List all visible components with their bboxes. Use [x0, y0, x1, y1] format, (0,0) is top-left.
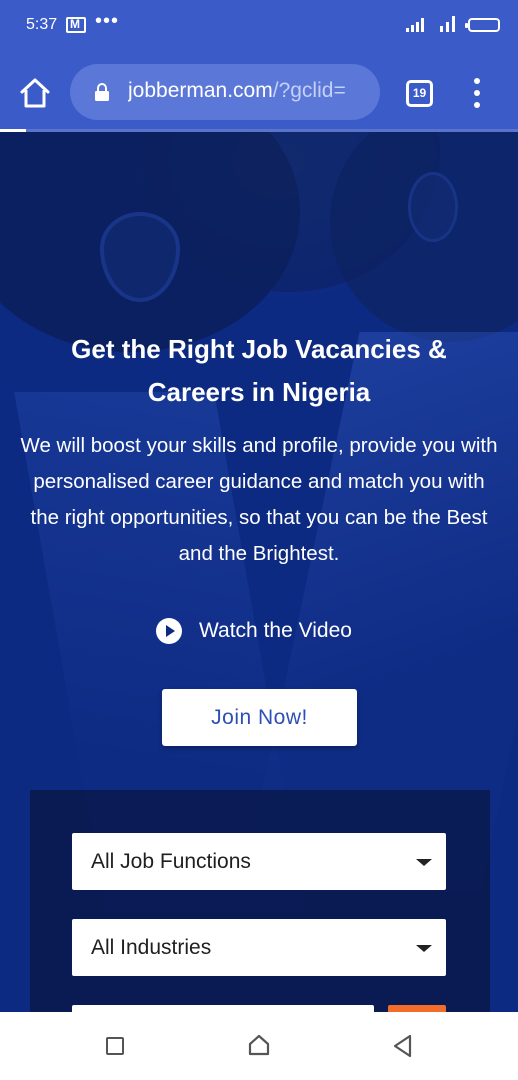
play-icon	[156, 618, 182, 644]
caret-down-icon	[416, 945, 432, 952]
url-path: /?gclid=	[272, 79, 346, 102]
status-bar: 5:37 •••	[0, 0, 518, 56]
lock-icon	[94, 82, 110, 102]
tab-switcher-button[interactable]: 19	[406, 80, 433, 107]
signal-2-icon	[438, 16, 458, 32]
hero-description: We will boost your skills and profile, p…	[20, 434, 498, 565]
battery-icon	[465, 18, 500, 32]
industries-select[interactable]: All Industries	[72, 919, 446, 976]
hero-title-line-1: Get the Right Job Vacancies &	[71, 334, 447, 364]
join-now-button[interactable]: Join Now!	[162, 689, 357, 746]
hero-background-shape	[408, 172, 458, 242]
android-nav-bar	[0, 1012, 518, 1080]
hero-title-line-2: Careers in Nigeria	[147, 377, 371, 407]
hero-section: Get the Right Job Vacancies & Careers in…	[0, 132, 518, 1012]
industries-value: All Industries	[91, 936, 212, 959]
job-functions-value: All Job Functions	[91, 850, 251, 873]
watch-video-label: Watch the Video	[199, 619, 352, 642]
search-button[interactable]	[388, 1005, 446, 1012]
url-bar[interactable]: jobberman.com/?gclid=	[70, 64, 380, 120]
signal-icon	[406, 18, 426, 32]
more-notifications-icon: •••	[95, 10, 120, 32]
browser-toolbar: jobberman.com/?gclid= 19	[0, 56, 518, 130]
url-domain: jobberman.com	[128, 79, 273, 102]
home-icon[interactable]	[18, 76, 52, 110]
location-select[interactable]	[72, 1005, 374, 1012]
caret-down-icon	[416, 859, 432, 866]
gmail-icon	[66, 17, 86, 33]
back-icon[interactable]	[392, 1034, 412, 1058]
watch-video-link[interactable]: Watch the Video	[156, 616, 352, 646]
status-time: 5:37	[26, 16, 58, 33]
nav-home-icon[interactable]	[248, 1034, 270, 1056]
hero-title: Get the Right Job Vacancies & Careers in…	[20, 328, 498, 414]
job-search-panel: All Job Functions All Industries	[30, 790, 490, 1012]
job-functions-select[interactable]: All Job Functions	[72, 833, 446, 890]
recent-apps-icon[interactable]	[106, 1037, 124, 1055]
url-text: jobberman.com/?gclid=	[128, 79, 368, 103]
more-menu-icon[interactable]	[468, 78, 488, 108]
